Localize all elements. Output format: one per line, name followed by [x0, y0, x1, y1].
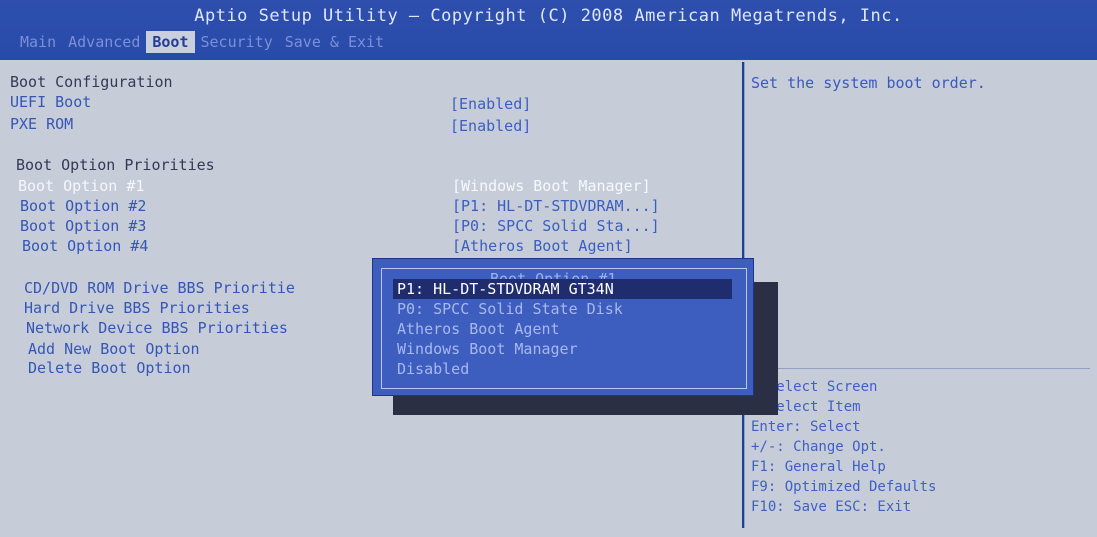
- popup-option-windows-boot-manager[interactable]: Windows Boot Manager: [393, 339, 732, 359]
- header-bar: Aptio Setup Utility – Copyright (C) 2008…: [0, 0, 1097, 60]
- help-panel: Set the system boot order. : Select Scre…: [744, 62, 1090, 528]
- utility-title: Aptio Setup Utility – Copyright (C) 2008…: [194, 6, 903, 26]
- popup-option-disabled[interactable]: Disabled: [393, 359, 732, 379]
- popup-option-p0-ssd[interactable]: P0: SPCC Solid State Disk: [393, 299, 732, 319]
- boot-option-1-label[interactable]: Boot Option #1: [18, 176, 144, 196]
- boot-priorities-heading: Boot Option Priorities: [16, 156, 215, 174]
- help-divider: [745, 368, 1090, 369]
- boot-option-2-value[interactable]: [P1: HL-DT-STDVDRAM...]: [452, 196, 660, 216]
- popup-option-atheros[interactable]: Atheros Boot Agent: [393, 319, 732, 339]
- tab-advanced[interactable]: Advanced: [62, 31, 146, 53]
- boot-option-4-label[interactable]: Boot Option #4: [22, 236, 148, 256]
- key-optimized-defaults: F9: Optimized Defaults: [751, 479, 937, 495]
- boot-option-1-value[interactable]: [Windows Boot Manager]: [452, 176, 651, 196]
- boot-option-3-value[interactable]: [P0: SPCC Solid Sta...]: [452, 216, 660, 236]
- boot-option-popup[interactable]: Boot Option #1 P1: HL-DT-STDVDRAM GT34N …: [372, 258, 754, 396]
- key-select-screen: : Select Screen: [751, 379, 878, 395]
- help-description: Set the system boot order.: [751, 74, 986, 92]
- popup-option-p1-dvdram[interactable]: P1: HL-DT-STDVDRAM GT34N: [393, 279, 732, 299]
- tab-boot[interactable]: Boot: [146, 31, 195, 53]
- key-change-opt: +/-: Change Opt.: [751, 439, 886, 455]
- key-save-exit: F10: Save ESC: Exit: [751, 499, 912, 515]
- delete-boot-option-item[interactable]: Delete Boot Option: [28, 358, 191, 378]
- add-new-boot-option-item[interactable]: Add New Boot Option: [28, 339, 200, 359]
- tab-bar: Main Advanced Boot Security Save & Exit: [14, 31, 390, 53]
- key-general-help: F1: General Help: [751, 459, 886, 475]
- tab-save-exit[interactable]: Save & Exit: [279, 31, 390, 53]
- cd-dvd-bbs-priorities-item[interactable]: CD/DVD ROM Drive BBS Prioritie: [24, 278, 295, 298]
- boot-option-2-label[interactable]: Boot Option #2: [20, 196, 146, 216]
- boot-configuration-heading: Boot Configuration: [10, 73, 173, 91]
- uefi-boot-label[interactable]: UEFI Boot: [10, 92, 91, 112]
- pxe-rom-label[interactable]: PXE ROM: [10, 114, 73, 134]
- network-device-bbs-priorities-item[interactable]: Network Device BBS Priorities: [26, 318, 288, 338]
- pxe-rom-value[interactable]: [Enabled]: [450, 116, 531, 136]
- hard-drive-bbs-priorities-item[interactable]: Hard Drive BBS Priorities: [24, 298, 250, 318]
- boot-option-4-value[interactable]: [Atheros Boot Agent]: [452, 236, 633, 256]
- bios-screen: Aptio Setup Utility – Copyright (C) 2008…: [0, 0, 1097, 537]
- key-legend: : Select Screen : Select Item Enter: Sel…: [751, 377, 936, 517]
- key-enter-select: Enter: Select: [751, 419, 861, 435]
- tab-main[interactable]: Main: [14, 31, 62, 53]
- key-select-item: : Select Item: [751, 399, 861, 415]
- boot-option-3-label[interactable]: Boot Option #3: [20, 216, 146, 236]
- tab-security[interactable]: Security: [195, 31, 279, 53]
- uefi-boot-value[interactable]: [Enabled]: [450, 94, 531, 114]
